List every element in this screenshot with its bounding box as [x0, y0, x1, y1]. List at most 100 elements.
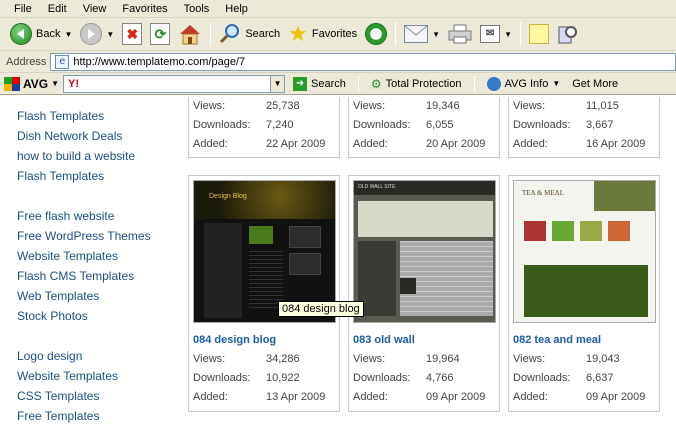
- address-url: http://www.templatemo.com/page/7: [73, 55, 246, 68]
- sidebar-link[interactable]: Website Templates: [17, 369, 118, 383]
- menu-help[interactable]: Help: [217, 3, 256, 15]
- back-label: Back: [36, 28, 61, 40]
- thumb-panel: [524, 265, 648, 317]
- home-button[interactable]: [174, 20, 206, 48]
- template-card-design-blog: Design Blog 084 design blog Views: 34,286…: [188, 175, 340, 412]
- avg-search-input[interactable]: Y! ▼: [63, 74, 286, 93]
- downloads-value: 6,637: [586, 372, 614, 384]
- address-field[interactable]: e http://www.templatemo.com/page/7: [50, 52, 676, 71]
- downloads-value: 6,055: [426, 119, 454, 131]
- sidebar-link[interactable]: Website Templates: [17, 249, 118, 263]
- template-title[interactable]: 082 tea and meal: [513, 334, 601, 346]
- thumb-photo: [524, 221, 546, 241]
- edit-button[interactable]: ✉ ▼: [476, 20, 516, 48]
- sidebar-link[interactable]: Flash CMS Templates: [17, 269, 134, 283]
- thumb-header: [194, 181, 335, 219]
- sidebar-link[interactable]: how to build a website: [17, 149, 135, 163]
- chevron-down-icon[interactable]: ▼: [64, 30, 72, 39]
- sidebar-link[interactable]: Free WordPress Themes: [17, 229, 151, 243]
- added-value: 20 Apr 2009: [426, 138, 486, 150]
- added-row: Added: 16 Apr 2009: [513, 138, 645, 150]
- downloads-label: Downloads:: [513, 119, 571, 131]
- forward-arrow-icon: [80, 23, 103, 45]
- mail-button[interactable]: ▼: [400, 20, 444, 48]
- template-thumbnail[interactable]: OLD WALL SITE: [353, 180, 496, 323]
- sidebar-link[interactable]: Web Templates: [17, 289, 99, 303]
- menu-view[interactable]: View: [75, 3, 115, 15]
- sticky-note-icon: [529, 24, 549, 44]
- downloads-label: Downloads:: [353, 119, 411, 131]
- back-arrow-icon: [10, 23, 32, 45]
- views-row: Views: 11,015: [513, 100, 619, 112]
- views-value: 19,964: [426, 353, 460, 365]
- added-label: Added:: [513, 138, 548, 150]
- template-title[interactable]: 084 design blog: [193, 334, 276, 346]
- forward-button[interactable]: ▼: [76, 20, 118, 48]
- added-label: Added:: [193, 138, 228, 150]
- chevron-down-icon[interactable]: ▼: [270, 75, 285, 92]
- avg-brand: AVG: [23, 76, 49, 91]
- thumb-title: Design Blog: [209, 193, 247, 200]
- menu-tools[interactable]: Tools: [176, 3, 218, 15]
- thumb-photo: [289, 253, 321, 275]
- get-more-button[interactable]: Get More: [568, 74, 622, 94]
- print-button[interactable]: [444, 20, 476, 48]
- avg-info-button[interactable]: AVG Info ▼: [483, 74, 565, 94]
- views-row: Views: 25,738: [193, 100, 300, 112]
- added-value: 13 Apr 2009: [266, 391, 326, 403]
- downloads-label: Downloads:: [513, 372, 571, 384]
- menu-file[interactable]: File: [6, 3, 40, 15]
- thumb-photo: [580, 221, 602, 241]
- page-content: Flash Templates Dish Network Deals how t…: [0, 97, 676, 428]
- views-label: Views:: [353, 100, 386, 112]
- chevron-down-icon[interactable]: ▼: [432, 30, 440, 39]
- stop-button[interactable]: ✖: [118, 20, 146, 48]
- avg-logo-icon[interactable]: AVG ▼: [4, 76, 59, 91]
- total-protection-button[interactable]: ⚙ Total Protection: [367, 74, 466, 94]
- chevron-down-icon[interactable]: ▼: [106, 30, 114, 39]
- menu-favorites[interactable]: Favorites: [114, 3, 175, 15]
- sidebar-link[interactable]: Flash Templates: [17, 169, 104, 183]
- sidebar-link[interactable]: Flash Templates: [17, 109, 104, 123]
- views-value: 25,738: [266, 100, 300, 112]
- notes-button[interactable]: [525, 20, 553, 48]
- sidebar-link[interactable]: CSS Templates: [17, 389, 99, 403]
- template-thumbnail[interactable]: TEA & MEAL: [513, 180, 656, 323]
- yahoo-icon: Y!: [68, 77, 80, 90]
- thumb-photo: [552, 221, 574, 241]
- toolbar-separator: [395, 22, 397, 46]
- favorites-button[interactable]: ★ Favorites: [284, 20, 361, 48]
- refresh-icon: ⟳: [150, 23, 171, 45]
- template-title[interactable]: 083 old wall: [353, 334, 415, 346]
- search-button[interactable]: Search: [215, 20, 284, 48]
- sidebar-link[interactable]: Dish Network Deals: [17, 129, 122, 143]
- history-button[interactable]: [361, 20, 391, 48]
- downloads-row: Downloads: 7,240: [193, 119, 294, 131]
- sidebar-link[interactable]: Free Templates: [17, 409, 99, 423]
- sidebar-link[interactable]: Free flash website: [17, 209, 114, 223]
- thumb-banner: [358, 201, 493, 237]
- thumb-header: [594, 181, 655, 211]
- thumb-photo: [400, 278, 416, 294]
- research-button[interactable]: [553, 20, 583, 48]
- added-row: Added: 22 Apr 2009: [193, 138, 325, 150]
- views-label: Views:: [353, 353, 386, 365]
- downloads-label: Downloads:: [193, 372, 251, 384]
- added-row: Added: 09 Apr 2009: [353, 391, 485, 403]
- views-label: Views:: [193, 100, 226, 112]
- added-row: Added: 09 Apr 2009: [513, 391, 645, 403]
- chevron-down-icon[interactable]: ▼: [504, 30, 512, 39]
- sidebar-link[interactable]: Logo design: [17, 349, 82, 363]
- menu-edit[interactable]: Edit: [40, 3, 75, 15]
- home-icon: [178, 23, 202, 45]
- avg-search-button[interactable]: ➜ Search: [289, 74, 350, 94]
- template-card-tea-and-meal: TEA & MEAL 082 tea and meal Views: 19,043…: [508, 175, 660, 412]
- sidebar-link[interactable]: Stock Photos: [17, 309, 88, 323]
- refresh-button[interactable]: ⟳: [146, 20, 174, 48]
- browser-chrome: File Edit View Favorites Tools Help Back…: [0, 0, 676, 95]
- views-value: 19,346: [426, 100, 460, 112]
- back-button[interactable]: Back ▼: [6, 20, 76, 48]
- toolbar-separator: [520, 22, 521, 46]
- thumb-title: TEA & MEAL: [522, 189, 564, 197]
- toolbar-separator: [473, 75, 475, 92]
